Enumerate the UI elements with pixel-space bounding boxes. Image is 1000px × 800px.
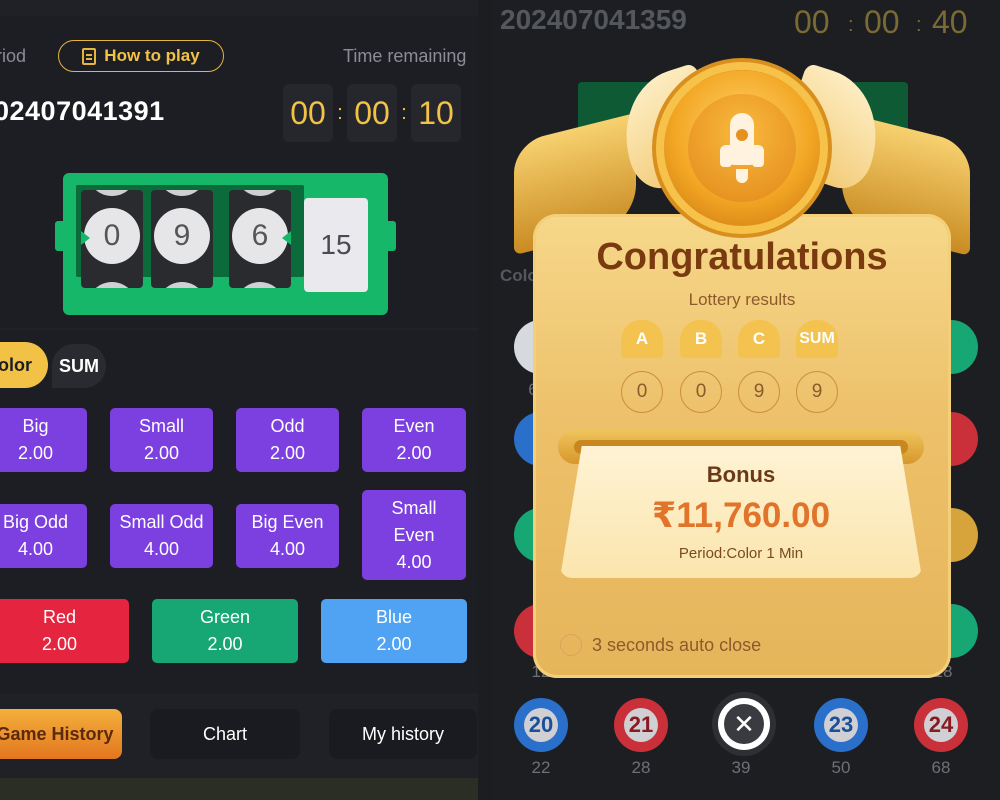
tab-my-history[interactable]: My history (329, 709, 477, 759)
period-number: 202407041359 (500, 4, 687, 35)
lottery-results-label: Lottery results (688, 290, 796, 309)
bonus-amount: ₹11,760.00 (651, 496, 831, 535)
reel-b: 9 (151, 190, 213, 288)
auto-close-label: 3 seconds auto close (592, 634, 762, 655)
screen: riod How to play Time remaining 02407041… (0, 0, 1000, 800)
bet-green[interactable]: Green 2.00 (152, 599, 298, 663)
result-label-c: C (738, 320, 780, 358)
how-to-play-label: How to play (104, 46, 200, 65)
bet-big-even[interactable]: Big Even 4.00 (236, 504, 339, 568)
multiplier-label: 68 (931, 758, 951, 777)
tab-color[interactable]: olor (0, 342, 48, 388)
reel-c: 6 (229, 190, 291, 288)
multiplier-label: 39 (731, 758, 751, 777)
tab-game-history[interactable]: Game History (0, 709, 122, 759)
auto-close-toggle[interactable]: 3 seconds auto close (560, 634, 761, 656)
close-button[interactable]: ✕ (718, 698, 770, 750)
number-ball[interactable]: 21 (614, 698, 668, 752)
countdown-timer: 00 : 00 : 10 (283, 84, 461, 142)
reel-ball: 0 (84, 208, 140, 264)
bet-blue[interactable]: Blue 2.00 (321, 599, 467, 663)
bonus-period: Period:Color 1 Min (678, 545, 804, 562)
dialog-title: Congratulations (596, 236, 888, 278)
reel-a: 0 (81, 190, 143, 288)
bet-big[interactable]: Big 2.00 (0, 408, 87, 472)
timer-seconds: 10 (411, 84, 461, 142)
tab-sum[interactable]: SUM (52, 344, 106, 388)
result-label-a: A (621, 320, 663, 358)
result-label-b: B (680, 320, 722, 358)
sum-value: 15 (304, 198, 368, 292)
bonus-title: Bonus (706, 462, 776, 487)
reel-ball: 9 (154, 208, 210, 264)
number-ball[interactable]: 23 (814, 698, 868, 752)
timer-colon: : (337, 101, 343, 124)
pointer-icon (81, 231, 90, 245)
how-to-play-button[interactable]: How to play (58, 40, 224, 72)
timer-minutes: 00 (347, 84, 397, 142)
result-value-c: 9 (738, 371, 780, 413)
multiplier-label: 50 (831, 758, 851, 777)
timer-hours: 00 (794, 4, 830, 40)
result-label-sum: SUM (796, 320, 838, 358)
number-ball[interactable]: 20 (514, 698, 568, 752)
radio-icon[interactable] (560, 634, 582, 656)
document-icon (82, 47, 97, 65)
reel-ball: 6 (232, 208, 288, 264)
bet-small[interactable]: Small 2.00 (110, 408, 213, 472)
period-number: 02407041391 (0, 96, 165, 126)
close-icon: ✕ (724, 704, 764, 744)
bet-red[interactable]: Red 2.00 (0, 599, 129, 663)
pointer-icon (282, 231, 291, 245)
bet-small-even[interactable]: Small Even 4.00 (362, 490, 466, 580)
timer-minutes: 00 (864, 4, 900, 40)
multiplier-label: 22 (531, 758, 551, 777)
game-panel: riod How to play Time remaining 02407041… (0, 0, 478, 778)
timer-colon: : (401, 101, 407, 124)
result-value-b: 0 (680, 371, 722, 413)
medal-badge (664, 70, 820, 226)
result-value-a: 0 (621, 371, 663, 413)
bet-even[interactable]: Even 2.00 (362, 408, 466, 472)
time-remaining-label: Time remaining (343, 46, 467, 66)
rocket-icon (720, 113, 764, 183)
timer-seconds: 40 (932, 4, 968, 40)
timer-hours: 00 (283, 84, 333, 142)
bet-small-odd[interactable]: Small Odd 4.00 (110, 504, 213, 568)
bet-odd[interactable]: Odd 2.00 (236, 408, 339, 472)
bet-big-odd[interactable]: Big Odd 4.00 (0, 504, 87, 568)
multiplier-label: 28 (631, 758, 651, 777)
period-label: riod (0, 46, 27, 66)
number-ball[interactable]: 24 (914, 698, 968, 752)
tab-chart[interactable]: Chart (150, 709, 300, 759)
result-value-sum: 9 (796, 371, 838, 413)
slot-machine: 0 9 6 15 (55, 173, 396, 315)
